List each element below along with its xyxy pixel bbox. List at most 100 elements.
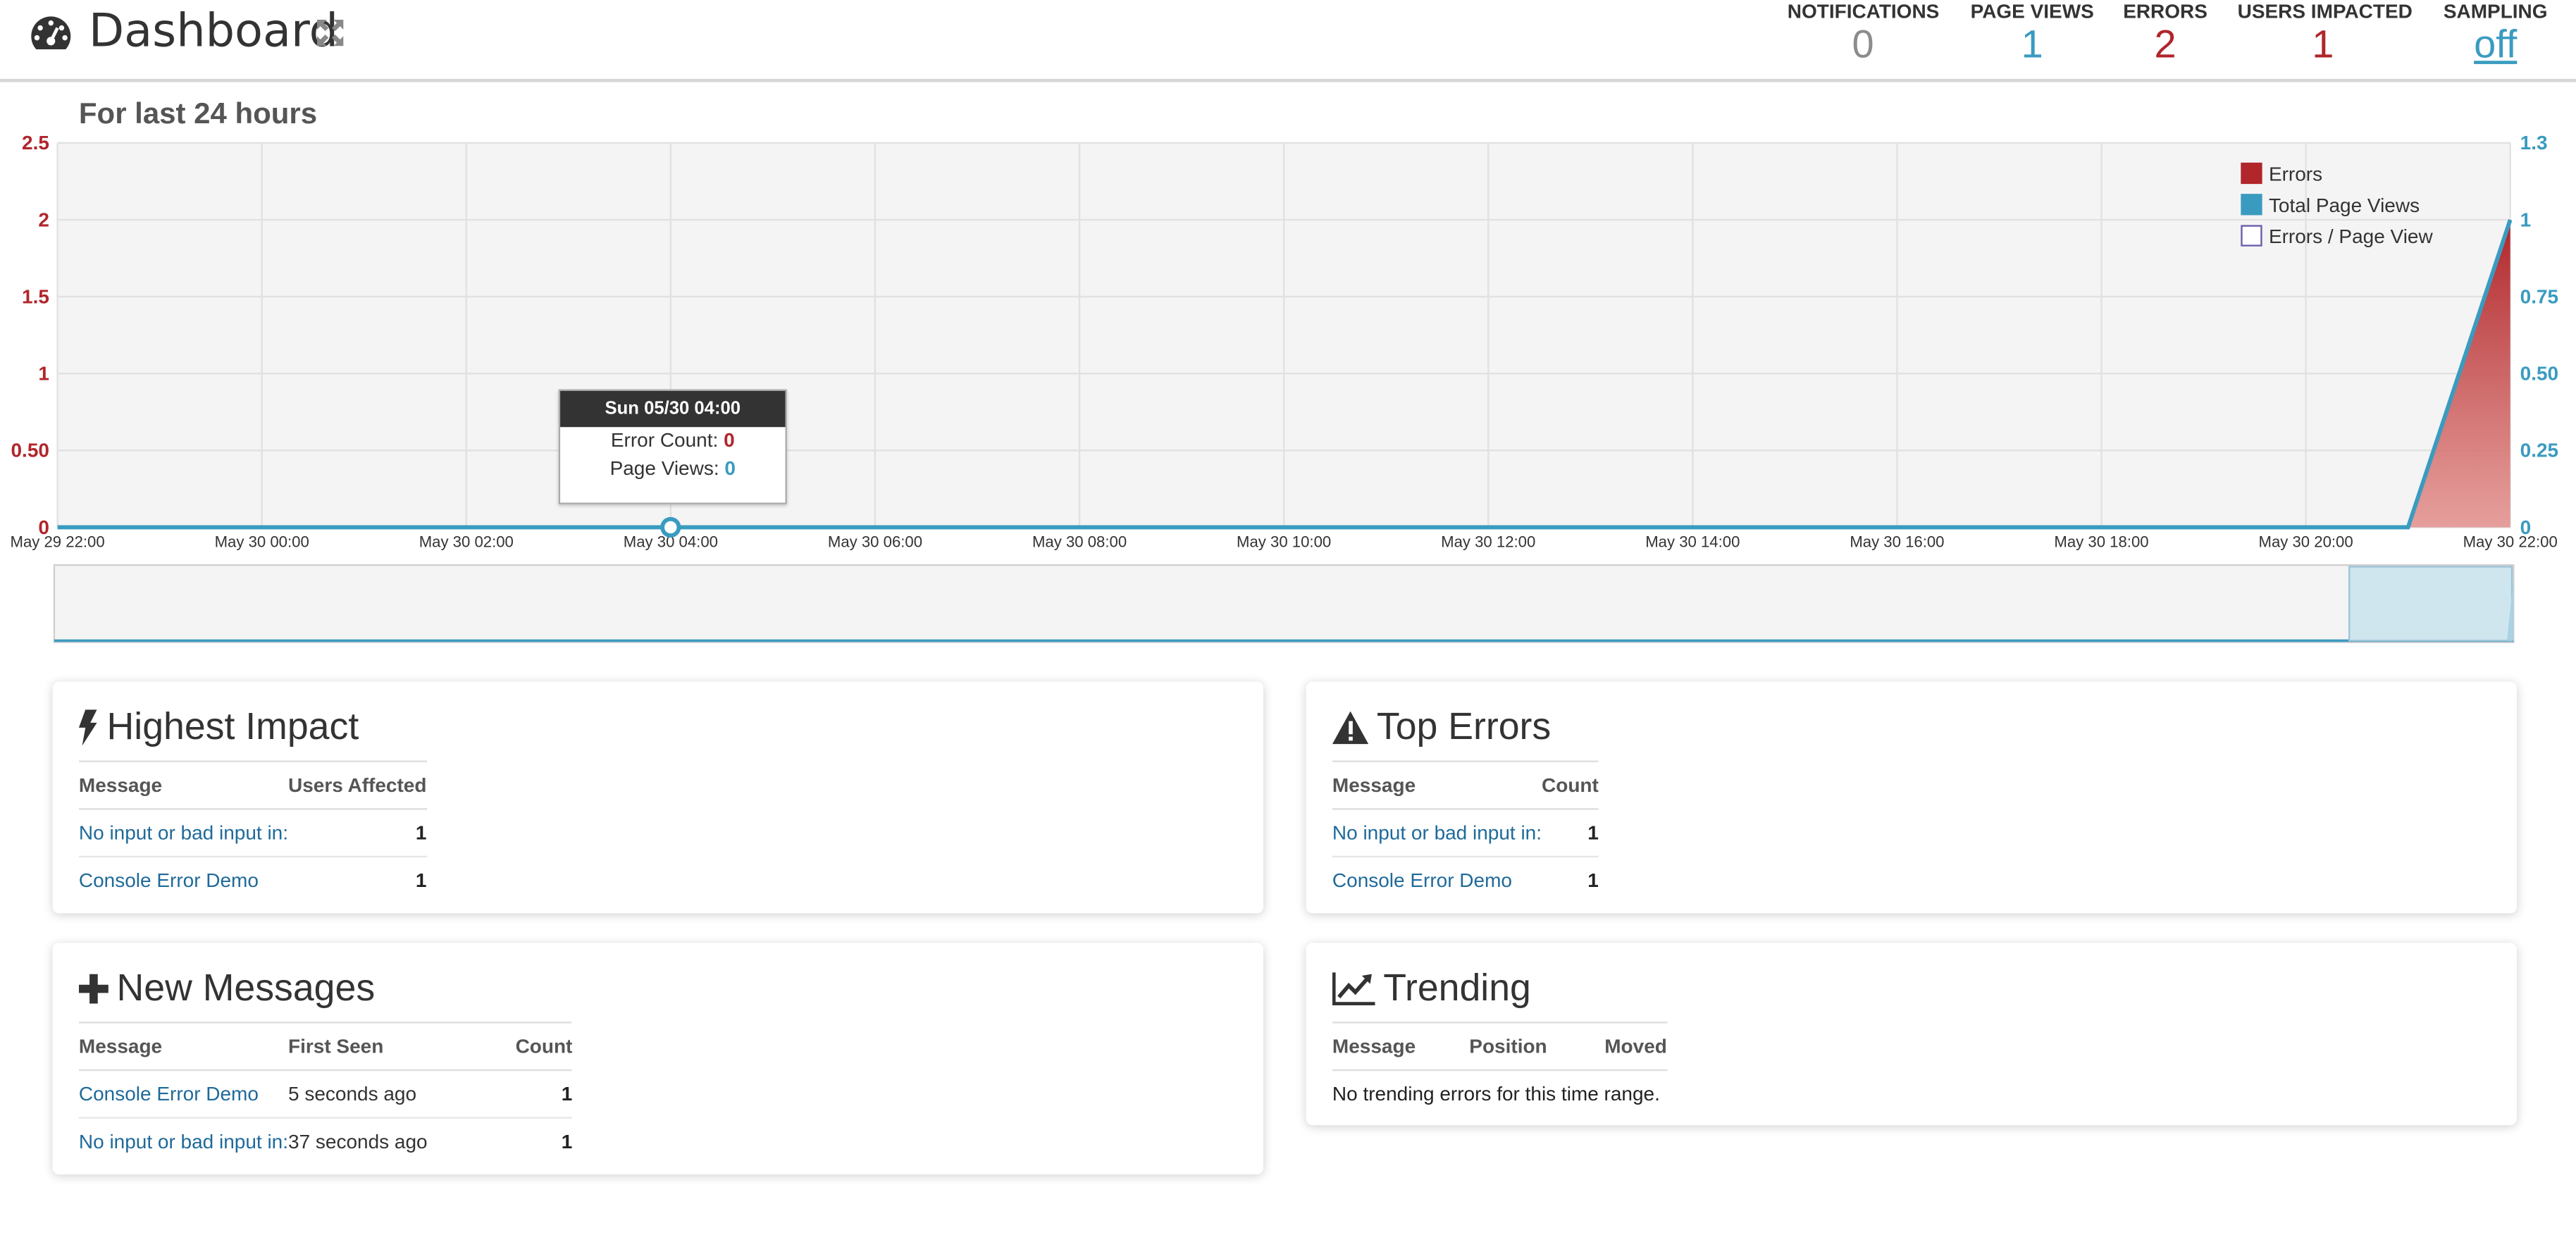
x-tick-label: May 29 22:00 <box>11 533 105 550</box>
column-header[interactable]: Users Affected <box>288 760 427 810</box>
y-left-tick-label: 2 <box>38 209 49 230</box>
legend-item-errors[interactable]: Errors <box>2241 158 2432 189</box>
stat-value: 1 <box>2312 23 2334 68</box>
x-tick-label: May 30 14:00 <box>1645 533 1740 550</box>
table-row[interactable]: No input or bad input in: 1 <box>78 809 427 858</box>
panel-top-errors: Top Errors Message Count No input or bad… <box>1306 681 2518 914</box>
panel-title: Highest Impact <box>78 704 359 749</box>
x-tick-label: May 30 12:00 <box>1441 533 1535 550</box>
message-link[interactable]: Console Error Demo <box>1332 869 1512 892</box>
legend-swatch <box>2241 225 2262 247</box>
trending-chart-icon <box>1332 971 1375 1005</box>
stat-errors[interactable]: ERRORS 2 <box>2119 0 2212 69</box>
table-header-row: Message Users Affected <box>78 760 427 810</box>
range-navigator[interactable] <box>53 564 2515 643</box>
x-tick-label: May 30 08:00 <box>1032 533 1127 550</box>
x-tick-label: May 30 00:00 <box>215 533 309 550</box>
column-header[interactable]: Moved <box>1547 1022 1667 1072</box>
legend-item-errors-per-page-view[interactable]: Errors / Page View <box>2241 220 2433 251</box>
y-right-tick-label: 0.25 <box>2520 440 2558 461</box>
column-header[interactable]: First Seen <box>288 1022 490 1072</box>
table-header-row: Message First Seen Count <box>78 1022 573 1072</box>
column-header[interactable]: Count <box>1542 760 1599 810</box>
chart-legend: Errors Total Page Views Errors / Page Vi… <box>2241 158 2433 252</box>
new-messages-table: Message First Seen Count Console Error D… <box>78 1022 573 1165</box>
warning-icon <box>1332 710 1369 744</box>
empty-message: No trending errors for this time range. <box>1332 1082 1660 1106</box>
legend-label: Total Page Views <box>2268 192 2420 216</box>
tooltip-pageview-value: 0 <box>724 457 736 480</box>
panel-trending: Trending Message Position Moved No trend… <box>1306 943 2518 1126</box>
stat-sampling[interactable]: SAMPLING off <box>2438 0 2553 69</box>
x-tick-label: May 30 16:00 <box>1850 533 1944 550</box>
y-left-tick-label: 1 <box>38 363 49 385</box>
navigator-selection-window[interactable] <box>2348 566 2513 642</box>
message-link[interactable]: No input or bad input in: <box>79 821 288 845</box>
count-cell: 1 <box>288 809 427 858</box>
y-left-tick-label: 1.5 <box>22 285 49 307</box>
panel-title-text: Highest Impact <box>106 704 359 747</box>
stat-value: 1 <box>2021 23 2043 68</box>
panel-title-text: Top Errors <box>1376 704 1552 747</box>
count-cell: 1 <box>1587 869 1599 893</box>
table-row[interactable]: No input or bad input in: 37 seconds ago… <box>79 1118 572 1165</box>
x-tick-label: May 30 20:00 <box>2259 533 2353 550</box>
highest-impact-table: Message Users Affected No input or bad i… <box>78 760 427 904</box>
sampling-toggle-link[interactable]: off <box>2438 23 2553 69</box>
table-row[interactable]: Console Error Demo 5 seconds ago 1 <box>78 1070 573 1119</box>
y-right-tick-label: 0.50 <box>2520 363 2558 385</box>
column-header[interactable]: Message <box>78 1022 289 1072</box>
dashboard-header: Dashboard NOTIFICATIONS 0 PAGE VIEWS 1 E… <box>0 0 2576 82</box>
y-left-tick-label: 0.50 <box>11 440 49 461</box>
legend-swatch <box>2241 194 2262 216</box>
column-header[interactable]: Message <box>1332 1022 1416 1072</box>
panel-title: Top Errors <box>1332 704 1551 749</box>
message-link[interactable]: No input or bad input in: <box>1332 821 1542 845</box>
panel-title-text: New Messages <box>116 965 376 1009</box>
table-header-row: Message Position Moved <box>1332 1022 1667 1072</box>
stat-users-impacted[interactable]: USERS IMPACTED 1 <box>2238 0 2413 69</box>
message-link[interactable]: Console Error Demo <box>79 1083 259 1106</box>
count-cell: 1 <box>561 1130 573 1153</box>
x-tick-label: May 30 02:00 <box>419 533 514 550</box>
message-link[interactable]: No input or bad input in: <box>79 1130 288 1153</box>
table-row[interactable]: Console Error Demo 1 <box>79 857 427 903</box>
stat-value: 2 <box>2154 23 2176 68</box>
tooltip-error-value: 0 <box>724 428 735 452</box>
dashboard-gauge-icon <box>31 16 71 49</box>
hover-point-marker <box>660 516 681 538</box>
page-title: Dashboard <box>88 3 339 58</box>
stat-label: SAMPLING <box>2443 0 2548 23</box>
stat-notifications[interactable]: NOTIFICATIONS 0 <box>1788 0 1940 69</box>
count-cell: 1 <box>415 869 427 893</box>
x-tick-label: May 30 06:00 <box>828 533 922 550</box>
tooltip-title: Sun 05/30 04:00 <box>560 390 786 428</box>
table-row[interactable]: Console Error Demo 1 <box>1332 857 1599 903</box>
trending-table: Message Position Moved No trending error… <box>1332 1022 1667 1117</box>
table-row[interactable]: No input or bad input in: 1 <box>1332 809 1599 858</box>
message-link[interactable]: Console Error Demo <box>79 869 259 892</box>
column-header[interactable]: Position <box>1416 1022 1547 1072</box>
count-cell: 1 <box>490 1070 573 1119</box>
legend-label: Errors / Page View <box>2268 224 2433 247</box>
legend-item-total-page-views[interactable]: Total Page Views <box>2241 189 2432 220</box>
stat-label: PAGE VIEWS <box>1970 0 2094 23</box>
x-tick-label: May 30 22:00 <box>2463 533 2558 550</box>
panel-new-messages: New Messages Message First Seen Count Co… <box>52 943 1264 1175</box>
panel-title: New Messages <box>78 965 376 1010</box>
y-right-tick-label: 0.75 <box>2520 285 2558 307</box>
x-tick-label: May 30 18:00 <box>2054 533 2148 550</box>
right-axis-ticks: 00.250.500.7511.3 <box>2520 132 2558 538</box>
panel-title: Trending <box>1332 966 1531 1010</box>
column-header[interactable]: Message <box>1332 760 1542 810</box>
column-header[interactable]: Message <box>78 760 289 810</box>
timeline-chart[interactable]: 0 0.50 1 1.5 2 2.5 0 0.25 0.50 0.75 1 1.3 May 29 2… <box>0 128 2576 654</box>
stat-page-views[interactable]: PAGE VIEWS 1 <box>1968 0 2096 69</box>
y-right-tick-label: 1 <box>2520 209 2532 230</box>
legend-label: Errors <box>2268 161 2323 185</box>
fullscreen-expand-icon[interactable] <box>314 16 347 49</box>
column-header[interactable]: Count <box>490 1022 573 1072</box>
tooltip-pageview-label: Page Views: <box>609 457 719 480</box>
count-cell: 1 <box>1542 809 1599 858</box>
panel-highest-impact: Highest Impact Message Users Affected No… <box>52 681 1264 914</box>
